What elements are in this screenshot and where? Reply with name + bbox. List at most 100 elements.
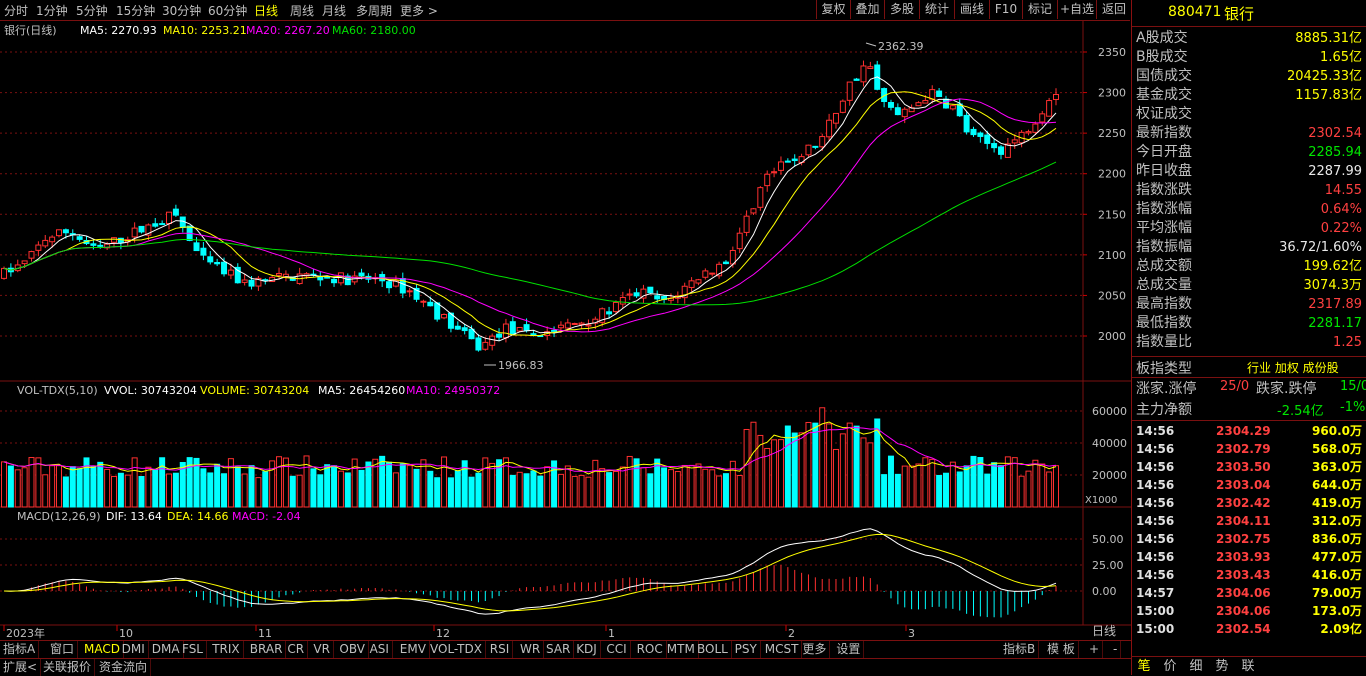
macd-panel-title: MACD(12,26,9) [17, 510, 101, 523]
period-minute[interactable]: 分时 [4, 2, 28, 19]
period-60min[interactable]: 60分钟 [208, 2, 247, 19]
tab-trades[interactable]: 笔 [1131, 657, 1157, 676]
tab-trend[interactable]: 势 [1209, 657, 1235, 676]
volume-bar [255, 477, 262, 508]
tab-price[interactable]: 价 [1157, 657, 1183, 676]
indicator-tab-13[interactable]: VOL-TDX [427, 641, 486, 658]
extension-tab-0[interactable]: 扩展< [0, 659, 42, 676]
indicator-tab-24[interactable]: 更多 [799, 641, 831, 658]
volume-legend: VOLUME: 30743204 [200, 384, 309, 397]
indicator-right-tab-1[interactable]: 模 板 [1044, 641, 1079, 658]
extension-tab-2[interactable]: 资金流向 [96, 659, 152, 676]
candle-body [49, 236, 56, 243]
statistics-button[interactable]: 统计 [919, 0, 954, 19]
tick-volume: 416.0万 [1312, 568, 1362, 582]
candle-body [997, 146, 1004, 155]
period-15min[interactable]: 15分钟 [116, 2, 155, 19]
tick-row: 14:56 2304.29 960.0万 [1136, 422, 1364, 440]
overlay-button[interactable]: 叠加 [850, 0, 884, 19]
indicator-tab-1[interactable]: 窗口 [47, 641, 79, 658]
tick-time: 15:00 [1136, 622, 1175, 636]
period-multi[interactable]: 多周期 [356, 2, 392, 19]
indicator-tab-5[interactable]: FSL [179, 641, 207, 658]
tick-price: 2304.06 [1216, 586, 1271, 600]
indicator-tab-bar: 指标A 窗口 MACD DMI DMA FSL TRIX BRAR CR VR OBV ASI EMV V… [0, 640, 1131, 658]
quote-row: 今日开盘 2285.94 [1136, 143, 1364, 162]
indicator-tab-15[interactable]: WR [517, 641, 545, 658]
indicator-tab-23[interactable]: MCST [762, 641, 803, 658]
add-watchlist-button[interactable]: +自选 [1057, 0, 1096, 19]
volume-bar [867, 442, 874, 508]
tab-linked[interactable]: 联 [1235, 657, 1261, 676]
indicator-tab-10[interactable]: OBV [336, 641, 369, 658]
indicator-tab-3[interactable]: DMI [119, 641, 149, 658]
volume-bar [248, 465, 255, 508]
draw-line-button[interactable]: 画线 [954, 0, 989, 19]
restore-rights-button[interactable]: 复权 [816, 0, 850, 19]
period-30min[interactable]: 30分钟 [162, 2, 201, 19]
volume-bar [832, 448, 839, 508]
indicator-tab-8[interactable]: CR [284, 641, 309, 658]
indicator-right-tab-3[interactable]: - [1110, 641, 1122, 658]
indicator-tab-17[interactable]: KDJ [573, 641, 601, 658]
indicator-tab-0[interactable]: 指标A [0, 641, 40, 658]
indicator-tab-21[interactable]: BOLL [694, 641, 732, 658]
quote-row-value: 36.72/1.60% [1279, 240, 1362, 255]
quote-row-label: 平均涨幅 [1136, 220, 1192, 236]
indicator-tab-2[interactable]: MACD [81, 641, 124, 658]
candle-body [152, 223, 159, 227]
mark-button[interactable]: 标记 [1022, 0, 1057, 19]
volume-bar [764, 447, 771, 508]
tick-volume: 79.00万 [1312, 586, 1362, 600]
indicator-tab-14[interactable]: RSI [487, 641, 514, 658]
indicator-tab-25[interactable]: 设置 [833, 641, 865, 658]
candle-body [936, 90, 943, 97]
indicator-tab-16[interactable]: SAR [543, 641, 575, 658]
indicator-tab-7[interactable]: BRAR [247, 641, 287, 658]
period-daily[interactable]: 日线 [254, 2, 278, 19]
candle-body [214, 262, 221, 265]
candle-body [984, 134, 991, 144]
multi-stock-button[interactable]: 多股 [884, 0, 919, 19]
tick-row: 14:56 2303.04 644.0万 [1136, 476, 1364, 494]
indicator-right-tab-2[interactable]: + [1086, 641, 1104, 658]
indicator-tab-9[interactable]: VR [310, 641, 334, 658]
indicator-tab-12[interactable]: EMV [397, 641, 430, 658]
period-5min[interactable]: 5分钟 [76, 2, 108, 19]
back-button[interactable]: 返回 [1096, 0, 1131, 19]
tab-detail[interactable]: 细 [1183, 657, 1209, 676]
indicator-tab-6[interactable]: TRIX [209, 641, 244, 658]
volume-bar [104, 468, 111, 508]
period-1min[interactable]: 1分钟 [36, 2, 68, 19]
volume-bar [441, 456, 448, 508]
indicator-tab-11[interactable]: ASI [367, 641, 393, 658]
volume-bar [124, 474, 131, 508]
period-monthly[interactable]: 月线 [322, 2, 346, 19]
date-tick-label: 10 [119, 627, 133, 640]
extension-tab-1[interactable]: 关联报价 [40, 659, 96, 676]
candle-body [832, 112, 839, 124]
volume-bar [743, 428, 750, 508]
volume-bar [997, 465, 1004, 508]
vvol-legend: VVOL: 30743204 [104, 384, 197, 397]
indicator-tab-22[interactable]: PSY [732, 641, 761, 658]
vol-panel-title: VOL-TDX(5,10) [17, 384, 98, 397]
f10-button[interactable]: F10 [989, 0, 1022, 19]
quote-bottom-tabs: 笔 价 细 势 联 [1131, 656, 1366, 676]
period-weekly[interactable]: 周线 [290, 2, 314, 19]
volume-bar [915, 463, 922, 508]
indicator-tab-18[interactable]: CCI [603, 641, 631, 658]
volume-bar [138, 475, 145, 508]
volume-bar [427, 470, 434, 508]
macd-tick-label: 50.00 [1092, 533, 1124, 546]
quote-row: 最新指数 2302.54 [1136, 124, 1364, 143]
volume-bar [599, 468, 606, 508]
candle-body [922, 100, 929, 104]
kline-chart[interactable]: 银行(日线) MA5: 2270.93 MA10: 2253.21 MA20: … [0, 21, 1131, 641]
period-more[interactable]: 更多 > [400, 2, 438, 19]
indicator-tab-19[interactable]: ROC [634, 641, 667, 658]
date-tick-label: 11 [258, 627, 272, 640]
ma20-legend: MA20: 2267.20 [246, 24, 330, 37]
indicator-right-tab-0[interactable]: 指标B [1000, 641, 1040, 658]
volume-bar [241, 473, 248, 508]
